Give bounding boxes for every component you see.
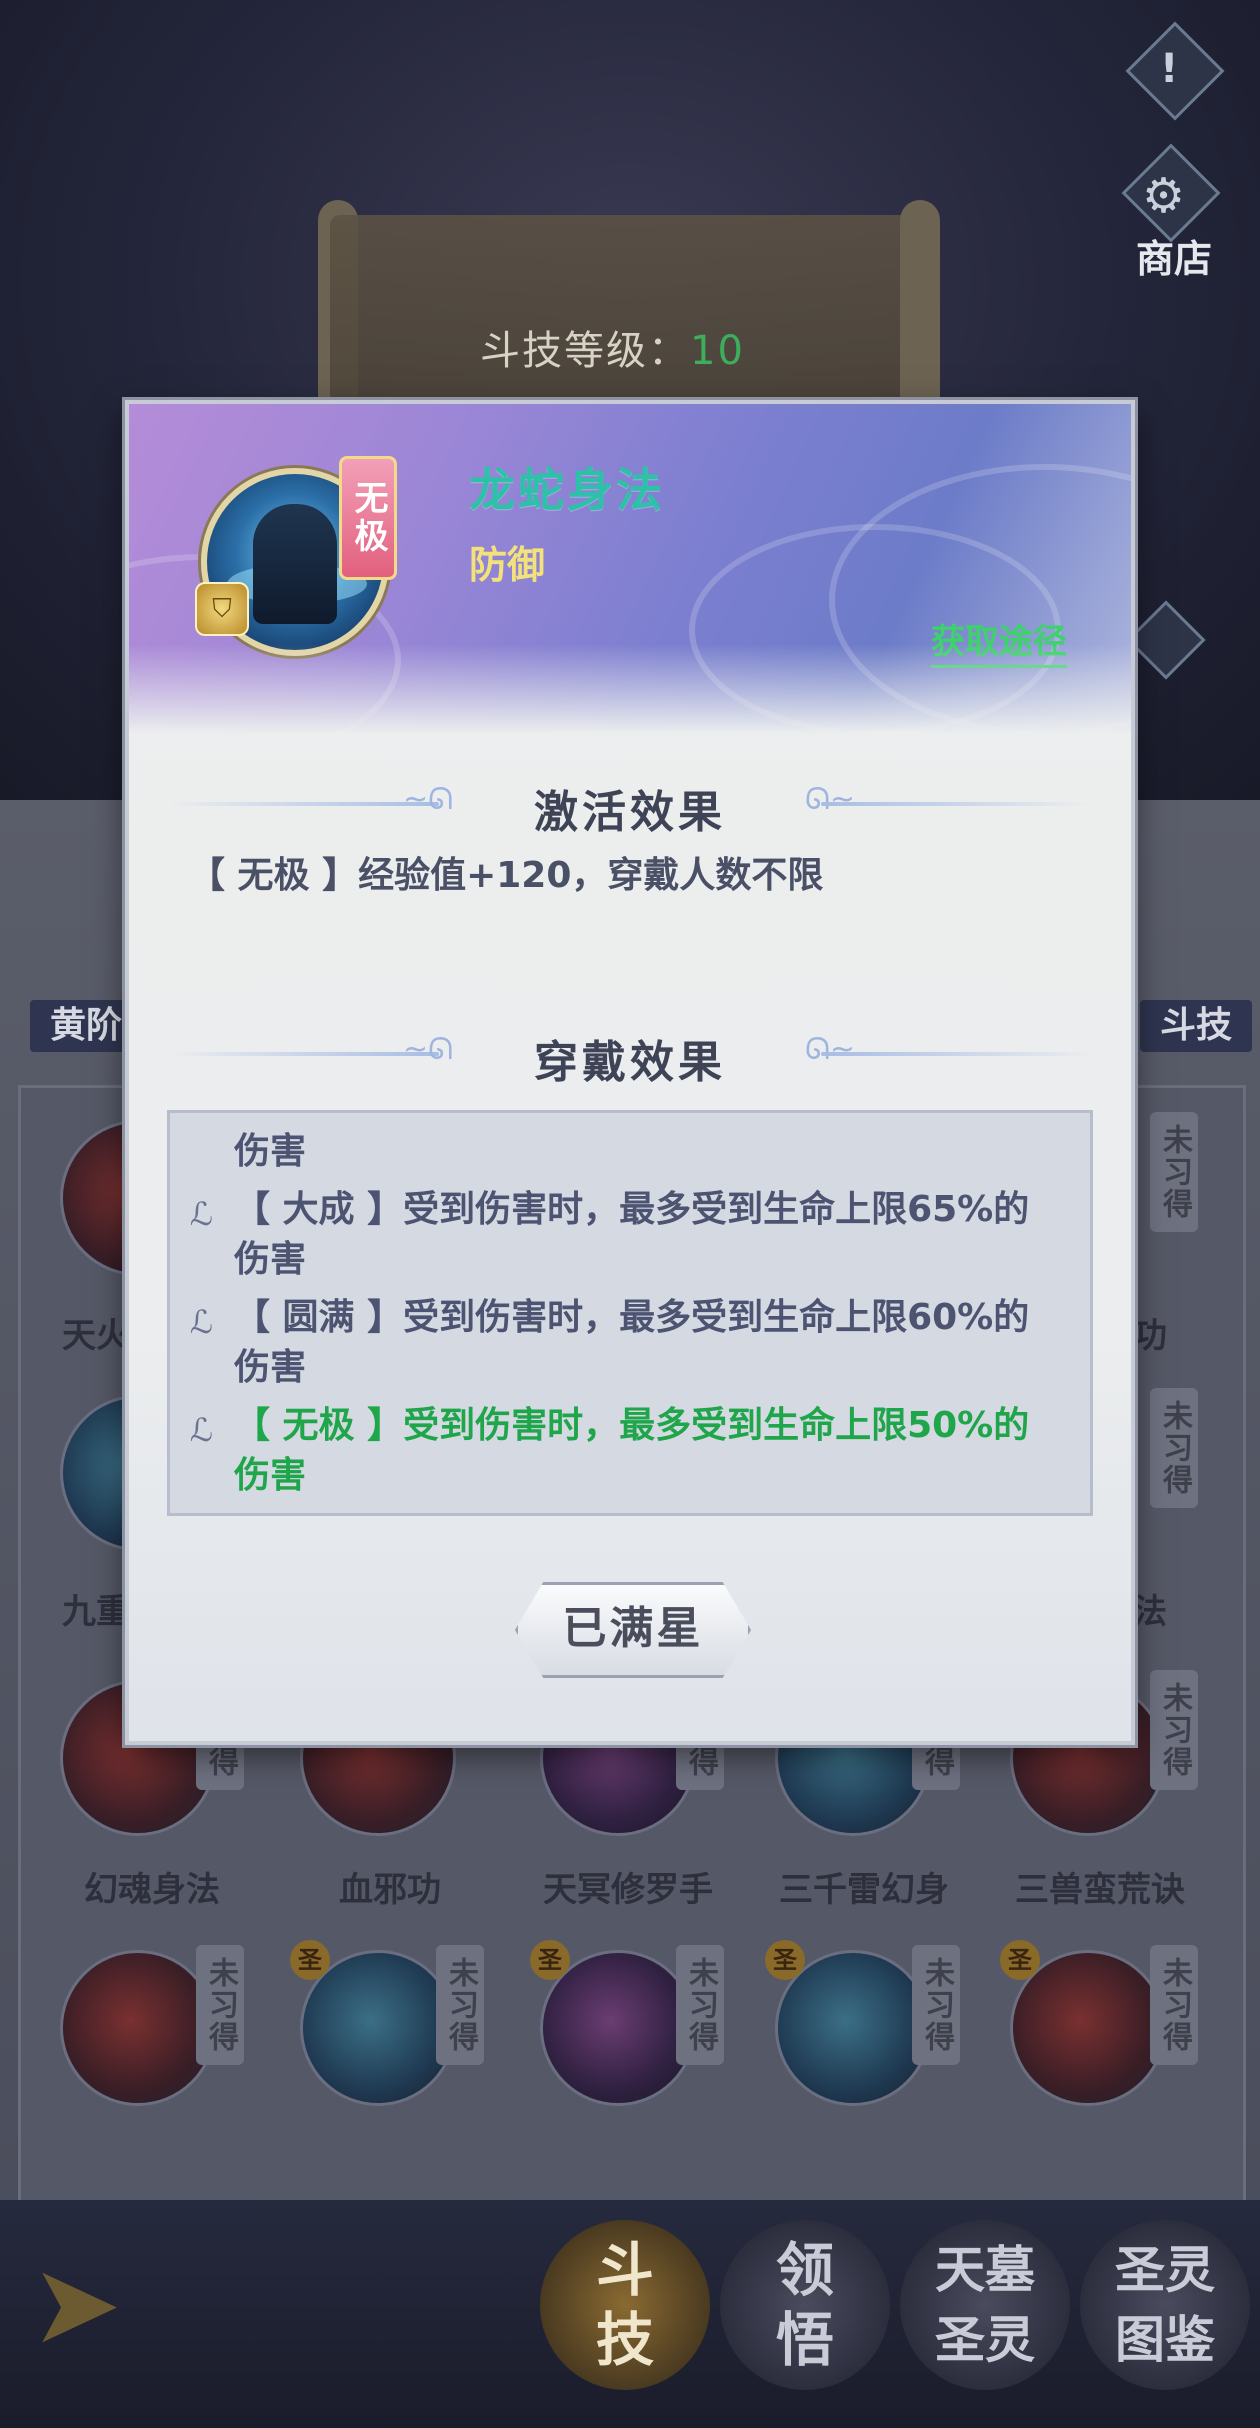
- obtain-source-link[interactable]: 获取途径: [931, 614, 1067, 668]
- nav-label-bottom: 技: [595, 2306, 654, 2374]
- saint-badge: 圣: [1000, 1940, 1040, 1980]
- skill-tile-name: 三兽蛮荒诀: [1015, 1870, 1185, 1910]
- warning-icon: !: [1160, 46, 1179, 92]
- unlearned-badge: 未习得: [1150, 1388, 1198, 1508]
- skill-tile-name: 天冥修罗手: [543, 1870, 713, 1910]
- back-arrow-icon[interactable]: ➤: [30, 2240, 122, 2368]
- wear-line-current: 【 无极 】受到伤害时，最多受到生命上限50%的: [234, 1405, 1030, 1446]
- unlearned-badge: 未习得: [1150, 1112, 1198, 1232]
- curl-ornament-icon: ᘏ~: [805, 782, 856, 817]
- nav-label-top: 斗: [595, 2236, 654, 2304]
- skill-detail-modal: 无极 ⛉ 龙蛇身法 防御 获取途径 ~ᘏ 激活效果 ᘏ~ 【 无极 】经验值+1…: [125, 400, 1135, 1745]
- nav-label-top: 天墓: [935, 2241, 1035, 2299]
- divider-ornament-right: [821, 802, 1091, 806]
- saint-badge: 圣: [765, 1940, 805, 1980]
- shield-icon: ⛉: [195, 582, 249, 636]
- wear-line: 伤害: [234, 1131, 307, 1172]
- divider-ornament-right: [821, 1052, 1091, 1056]
- swirl-bullet-icon: ℒ: [190, 1411, 214, 1449]
- wear-title: 穿戴效果: [534, 1037, 726, 1088]
- skill-figure-icon: [253, 504, 337, 624]
- unlearned-badge: 未习得: [436, 1945, 484, 2065]
- level-display: 斗技等级：10: [480, 318, 745, 376]
- swirl-bullet-icon: ℒ: [190, 1303, 214, 1341]
- saint-badge: 圣: [290, 1940, 330, 1980]
- curl-ornament-icon: ᘏ~: [805, 1032, 856, 1067]
- nav-label-top: 圣灵: [1115, 2241, 1215, 2299]
- level-label: 斗技等级：: [480, 328, 690, 374]
- skill-tile-name: 血邪功: [339, 1870, 441, 1910]
- activate-effect-text: 【 无极 】经验值+120，穿戴人数不限: [189, 855, 824, 896]
- nav-tianmu[interactable]: 天墓 圣灵: [900, 2220, 1070, 2390]
- nav-label-bottom: 图鉴: [1115, 2311, 1215, 2369]
- wear-line: 【 圆满 】受到伤害时，最多受到生命上限60%的: [234, 1297, 1030, 1338]
- skill-name: 龙蛇身法: [469, 463, 665, 517]
- nav-label-bottom: 悟: [775, 2306, 834, 2374]
- activate-title: 激活效果: [534, 787, 726, 838]
- nav-label-top: 领: [775, 2236, 834, 2304]
- unlearned-badge: 未习得: [1150, 1670, 1198, 1790]
- wear-effect-box: 伤害 ℒ 【 大成 】受到伤害时，最多受到生命上限65%的 伤害 ℒ 【 圆满 …: [167, 1110, 1093, 1516]
- wear-line: 【 大成 】受到伤害时，最多受到生命上限65%的: [234, 1189, 1030, 1230]
- wear-line: 伤害: [234, 1239, 307, 1280]
- wear-line: 伤害: [234, 1347, 307, 1388]
- nav-douji[interactable]: 斗 技: [540, 2220, 710, 2390]
- shop-icon: ⚙: [1142, 168, 1186, 224]
- nav-label-bottom: 圣灵: [935, 2311, 1035, 2369]
- skill-tile-name: 三千雷幻身: [779, 1870, 949, 1910]
- nav-lingwu[interactable]: 领 悟: [720, 2220, 890, 2390]
- max-star-button[interactable]: 已满星: [515, 1582, 751, 1678]
- shop-label: 商店: [1136, 237, 1213, 281]
- swirl-bullet-icon: ℒ: [190, 1195, 214, 1233]
- decor-swirl: [829, 464, 1131, 734]
- skill-type: 防御: [469, 543, 546, 587]
- unlearned-badge: 未习得: [912, 1945, 960, 2065]
- unlearned-badge: 未习得: [196, 1945, 244, 2065]
- skill-tile[interactable]: [60, 1950, 216, 2106]
- unlearned-badge: 未习得: [676, 1945, 724, 2065]
- skill-tile-name: 幻魂身法: [84, 1870, 220, 1910]
- nav-tujian[interactable]: 圣灵 图鉴: [1080, 2220, 1250, 2390]
- rank-tag: 无极: [339, 456, 397, 580]
- modal-header: 无极 ⛉ 龙蛇身法 防御 获取途径: [129, 404, 1131, 734]
- level-value: 10: [690, 328, 745, 374]
- wear-line-current: 伤害: [234, 1455, 307, 1496]
- unlearned-badge: 未习得: [1150, 1945, 1198, 2065]
- saint-badge: 圣: [530, 1940, 570, 1980]
- tab-douji[interactable]: 斗技: [1140, 1000, 1253, 1052]
